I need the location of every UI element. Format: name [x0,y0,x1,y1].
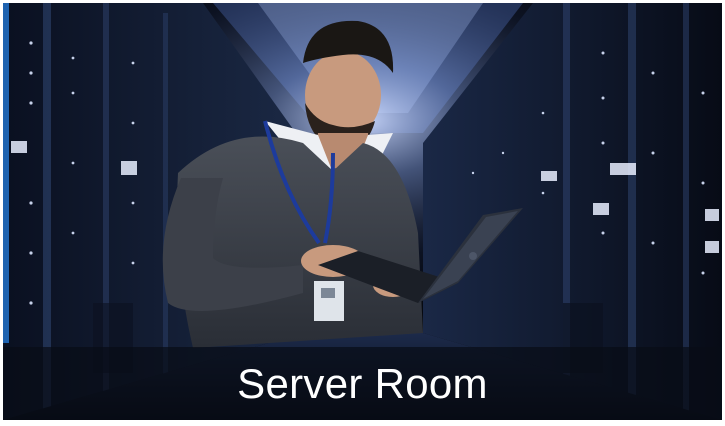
caption-bar: Server Room [3,347,722,420]
tile-caption[interactable]: Server Room [237,360,488,408]
server-room-tile[interactable]: Server Room [3,3,722,420]
